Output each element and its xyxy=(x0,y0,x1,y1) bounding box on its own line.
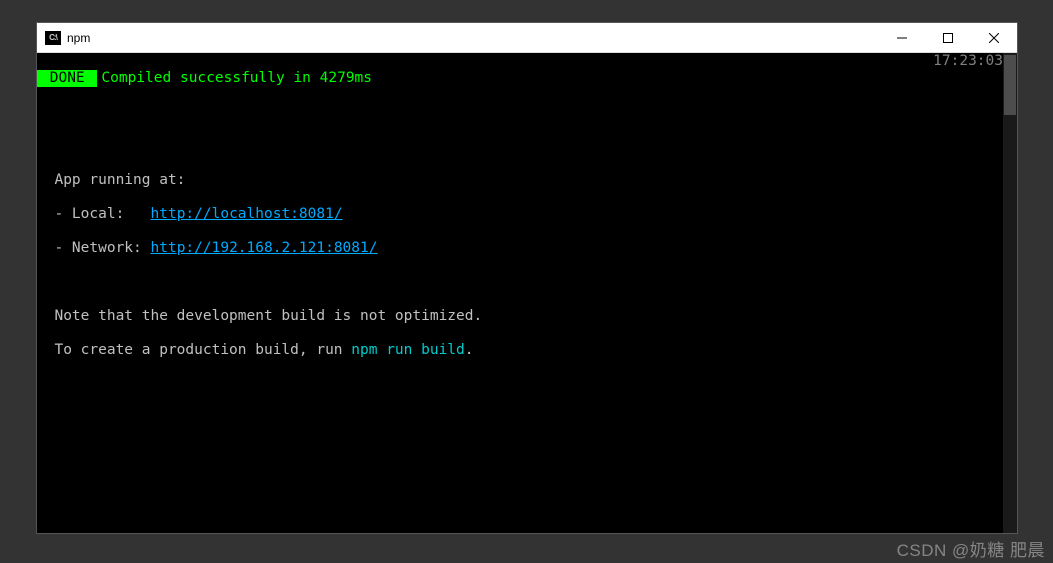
timestamp: 17:23:03 xyxy=(933,53,1003,70)
app-running-label: App running at: xyxy=(37,172,1017,189)
network-url-link[interactable]: http://192.168.2.121:8081/ xyxy=(151,240,378,256)
titlebar[interactable]: C:\ npm xyxy=(37,23,1017,53)
minimize-button[interactable] xyxy=(879,23,925,52)
terminal-body[interactable]: DONE Compiled successfully in 4279ms 17:2… xyxy=(37,53,1017,533)
window-controls xyxy=(879,23,1017,52)
network-label: - Network: xyxy=(37,240,151,256)
scrollbar-thumb[interactable] xyxy=(1004,55,1016,115)
build-note: Note that the development build is not o… xyxy=(37,308,1017,325)
app-icon: C:\ xyxy=(45,31,61,45)
maximize-button[interactable] xyxy=(925,23,971,52)
local-label: - Local: xyxy=(37,206,151,222)
watermark: CSDN @奶糖 肥晨 xyxy=(897,536,1045,561)
terminal-output: DONE Compiled successfully in 4279ms 17:2… xyxy=(37,53,1017,393)
window-title: npm xyxy=(67,31,879,45)
close-button[interactable] xyxy=(971,23,1017,52)
build-command: npm run build xyxy=(351,342,465,358)
build-note-suffix: . xyxy=(465,342,474,358)
compiled-message: Compiled successfully in 4279ms xyxy=(101,70,372,87)
done-badge: DONE xyxy=(37,70,97,87)
build-note-prefix: To create a production build, run xyxy=(37,342,351,358)
local-url-link[interactable]: http://localhost:8081/ xyxy=(151,206,343,222)
terminal-window: C:\ npm DONE Compiled successfully in 42… xyxy=(36,22,1018,534)
scrollbar-track[interactable] xyxy=(1003,53,1017,533)
